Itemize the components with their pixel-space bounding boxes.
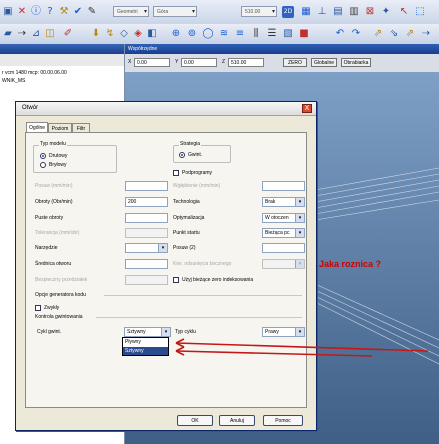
arrow-line-upper [175, 342, 429, 352]
annotation-arrows [175, 338, 429, 357]
arrow-line-lower [175, 350, 373, 357]
